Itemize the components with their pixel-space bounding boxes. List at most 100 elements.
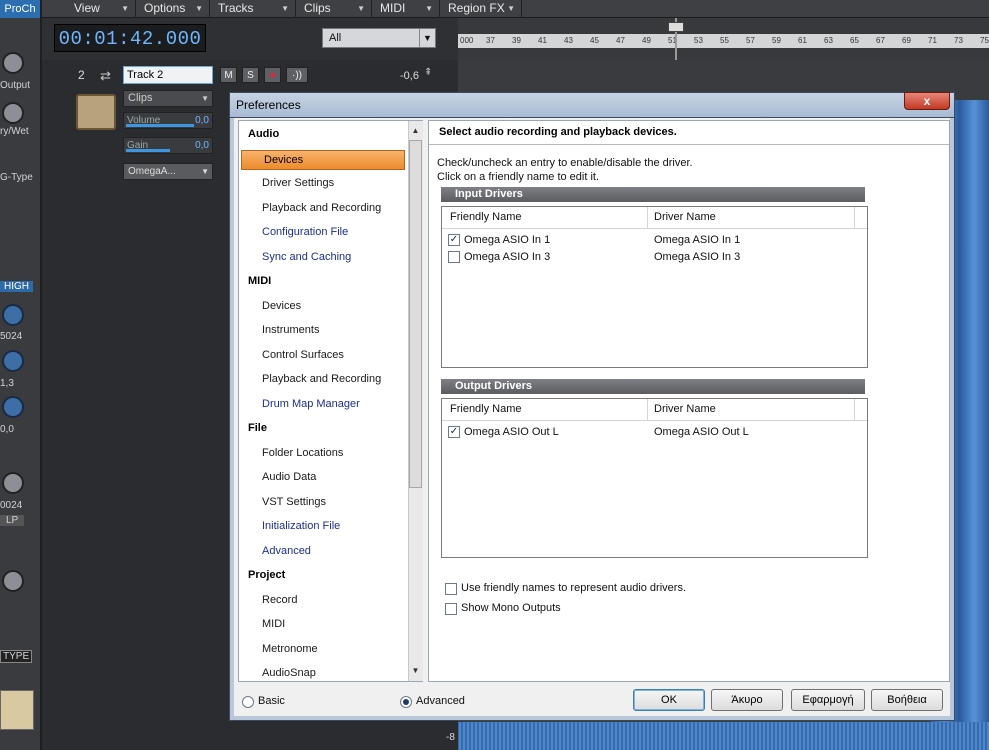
output-driver-checkbox[interactable]: ✓: [448, 426, 460, 438]
mono-outputs-label[interactable]: Show Mono Outputs: [461, 602, 561, 614]
now-time-display[interactable]: 00:01:42.000: [54, 24, 206, 52]
track-icon[interactable]: [76, 94, 116, 130]
menu-options[interactable]: Options ▼: [136, 0, 210, 18]
input-driver-checkbox[interactable]: [448, 251, 460, 263]
volume-slider[interactable]: Volume 0,0: [123, 112, 213, 129]
input-driver-row[interactable]: ✓ Omega ASIO In 1 Omega ASIO In 1: [442, 233, 867, 249]
menu-midi[interactable]: MIDI ▼: [372, 0, 440, 18]
ok-button[interactable]: OK: [633, 689, 705, 711]
nav-item-audio-data[interactable]: Audio Data: [262, 471, 316, 483]
record-arm-button[interactable]: ●: [264, 67, 281, 83]
menu-view[interactable]: View ▼: [66, 0, 136, 18]
strip-label-gtype: G-Type: [0, 172, 33, 183]
basic-label[interactable]: Basic: [258, 695, 285, 707]
nav-item-initialization-file[interactable]: Initialization File: [262, 520, 340, 532]
proch-tab[interactable]: ProCh: [0, 0, 40, 18]
input-friendly-name[interactable]: Omega ASIO In 3: [464, 251, 550, 263]
eq-freq-knob[interactable]: [2, 304, 24, 326]
mute-button[interactable]: M: [220, 67, 237, 83]
drywet-knob[interactable]: [2, 102, 24, 124]
col-driver-name[interactable]: Driver Name: [654, 211, 716, 223]
help-button[interactable]: Βοήθεια: [871, 689, 943, 711]
nav-item-audiosnap[interactable]: AudioSnap: [262, 667, 316, 679]
nav-item-playback-and-recording[interactable]: Playback and Recording: [262, 373, 381, 385]
mono-outputs-checkbox[interactable]: [445, 603, 457, 615]
ruler-ticks: 000 37 39 41 43 45 47 49 51 53 55 57 59 61 63 65 67 69 71 7…: [458, 34, 989, 48]
input-drivers-list[interactable]: Friendly Name Driver Name ✓ Omega ASIO I…: [441, 206, 868, 368]
nav-item-metronome[interactable]: Metronome: [262, 643, 318, 655]
menu-region-fx[interactable]: Region FX ▼: [440, 0, 522, 18]
clips-dropdown[interactable]: Clips ▼: [123, 90, 213, 107]
col-friendly-name[interactable]: Friendly Name: [450, 211, 522, 223]
output-knob[interactable]: [2, 52, 24, 74]
nav-item-devices[interactable]: Devices: [262, 300, 301, 312]
eq-q-knob[interactable]: [2, 396, 24, 418]
nav-item-advanced[interactable]: Advanced: [262, 545, 311, 557]
nav-scroll-thumb[interactable]: [409, 140, 422, 488]
menu-tracks[interactable]: Tracks ▼: [210, 0, 296, 18]
channel-strip: ProCh Output ry/Wet G-Type HIGH 5024 1,3…: [0, 0, 42, 750]
track-filter-dropdown[interactable]: All ▼: [322, 28, 436, 48]
nav-item-record[interactable]: Record: [262, 594, 297, 606]
nav-section-project: Project: [248, 569, 286, 581]
col-friendly-name[interactable]: Friendly Name: [450, 403, 522, 415]
lp-badge[interactable]: LP: [0, 515, 25, 526]
input-driver-checkbox[interactable]: ✓: [448, 234, 460, 246]
col-driver-name[interactable]: Driver Name: [654, 403, 716, 415]
apply-button[interactable]: Εφαρμογή: [791, 689, 865, 711]
cancel-button[interactable]: Άκυρο: [711, 689, 783, 711]
friendly-names-checkbox[interactable]: [445, 583, 457, 595]
input-list-header: Friendly Name Driver Name: [442, 207, 867, 229]
strip-label-q: 0,0: [0, 424, 14, 435]
high-badge[interactable]: HIGH: [0, 281, 33, 292]
input-dropdown[interactable]: OmegaA... ▼: [123, 163, 213, 180]
nav-item-midi[interactable]: MIDI: [262, 618, 285, 630]
close-button[interactable]: x: [904, 92, 950, 110]
output-friendly-name[interactable]: Omega ASIO Out L: [464, 426, 559, 438]
strip-label-drywet: ry/Wet: [0, 126, 29, 137]
dialog-title[interactable]: Preferences: [229, 92, 955, 118]
comp-knob[interactable]: [2, 570, 24, 592]
input-driver-row[interactable]: Omega ASIO In 3 Omega ASIO In 3: [442, 250, 867, 266]
input-dropdown-value: OmegaA...: [128, 166, 176, 177]
nav-item-control-surfaces[interactable]: Control Surfaces: [262, 349, 344, 361]
track-collapse-icon[interactable]: ⇞: [424, 67, 432, 78]
type-button[interactable]: TYPE: [0, 650, 33, 663]
nav-item-playback-and-recording[interactable]: Playback and Recording: [262, 202, 381, 214]
ruler-tick-label: 000: [460, 36, 474, 45]
scroll-down-icon[interactable]: ▼: [409, 664, 422, 678]
nav-item-folder-locations[interactable]: Folder Locations: [262, 447, 343, 459]
strip-label-output: Output: [0, 80, 31, 91]
page-heading: Select audio recording and playback devi…: [429, 121, 949, 145]
nav-item-sync-and-caching[interactable]: Sync and Caching: [262, 251, 351, 263]
nav-section-midi: MIDI: [248, 275, 272, 287]
nav-item-drum-map-manager[interactable]: Drum Map Manager: [262, 398, 360, 410]
menu-clips[interactable]: Clips ▼: [296, 0, 372, 18]
output-driver-row[interactable]: ✓ Omega ASIO Out L Omega ASIO Out L: [442, 425, 867, 441]
nav-item-instruments[interactable]: Instruments: [262, 324, 319, 336]
audio-waveform-bottom: [458, 722, 989, 750]
playhead-handle[interactable]: [668, 22, 684, 32]
menu-midi-label: MIDI: [380, 1, 406, 15]
input-friendly-name[interactable]: Omega ASIO In 1: [464, 234, 550, 246]
description-line-1: Check/uncheck an entry to enable/disable…: [437, 157, 693, 169]
nav-item-vst-settings[interactable]: VST Settings: [262, 496, 326, 508]
track-settings-icon[interactable]: ⇄: [100, 68, 111, 84]
nav-item-devices[interactable]: Devices: [241, 149, 405, 170]
solo-button[interactable]: S: [242, 67, 259, 83]
ruler-tick-label: 39: [512, 36, 521, 45]
lp-knob[interactable]: [2, 472, 24, 494]
advanced-label[interactable]: Advanced: [416, 695, 465, 707]
track-name-field[interactable]: Track 2: [123, 66, 213, 84]
input-drivers-header: Input Drivers: [441, 187, 865, 202]
eq-gain-knob[interactable]: [2, 350, 24, 372]
gain-slider[interactable]: Gain 0,0: [123, 137, 213, 154]
basic-radio[interactable]: [242, 696, 254, 708]
scroll-up-icon[interactable]: ▲: [409, 124, 422, 138]
nav-item-configuration-file[interactable]: Configuration File: [262, 226, 348, 238]
advanced-radio[interactable]: [400, 696, 412, 708]
nav-item-driver-settings[interactable]: Driver Settings: [262, 177, 334, 189]
friendly-names-label[interactable]: Use friendly names to represent audio dr…: [461, 582, 686, 594]
input-echo-button[interactable]: ·)): [286, 67, 308, 83]
output-drivers-list[interactable]: Friendly Name Driver Name ✓ Omega ASIO O…: [441, 398, 868, 558]
